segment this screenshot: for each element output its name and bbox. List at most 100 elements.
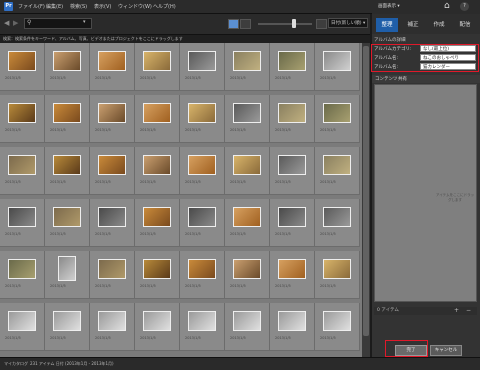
media-thumbnail-cell[interactable]: 2013/1/5 <box>135 199 180 247</box>
photo-thumbnail[interactable] <box>8 207 36 227</box>
photo-thumbnail[interactable] <box>323 207 351 227</box>
photo-thumbnail[interactable] <box>143 155 171 175</box>
photo-thumbnail[interactable] <box>143 259 171 279</box>
media-thumbnail-cell[interactable]: 2013/1/5 <box>270 251 315 299</box>
media-thumbnail-cell[interactable]: 2013/1/5 <box>180 199 225 247</box>
media-thumbnail-cell[interactable]: 2013/1/5 <box>225 95 270 143</box>
photo-thumbnail[interactable] <box>188 311 216 331</box>
media-thumbnail-cell[interactable]: 2013/1/5 <box>0 303 45 351</box>
chevron-down-icon[interactable]: ▾ <box>83 19 86 25</box>
media-thumbnail-cell[interactable]: 2013/1/5 <box>315 199 360 247</box>
photo-thumbnail[interactable] <box>143 311 171 331</box>
media-thumbnail-cell[interactable]: 2013/1/5 <box>270 199 315 247</box>
media-thumbnail-cell[interactable]: 2013/1/5 <box>45 147 90 195</box>
media-thumbnail-cell[interactable]: 2013/1/5 <box>0 43 45 91</box>
menu-search[interactable]: 検索(S) <box>70 3 87 10</box>
large-thumb-icon[interactable] <box>316 19 327 29</box>
media-thumbnail-cell[interactable]: 2013/1/5 <box>180 95 225 143</box>
photo-thumbnail[interactable] <box>233 155 261 175</box>
media-thumbnail-cell[interactable]: 2013/1/5 <box>135 147 180 195</box>
media-thumbnail-cell[interactable]: 2013/1/5 <box>0 95 45 143</box>
tab-create[interactable]: 作成 <box>428 18 450 32</box>
media-thumbnail-cell[interactable]: 2013/1/5 <box>45 303 90 351</box>
media-thumbnail-cell[interactable]: 2013/1/5 <box>270 95 315 143</box>
photo-thumbnail[interactable] <box>53 51 81 71</box>
photo-thumbnail[interactable] <box>98 155 126 175</box>
back-icon[interactable]: ◀ <box>4 19 9 27</box>
photo-thumbnail[interactable] <box>53 155 81 175</box>
media-thumbnail-cell[interactable]: 2013/1/5 <box>90 95 135 143</box>
media-thumbnail-cell[interactable]: 2013/1/5 <box>180 303 225 351</box>
menu-help[interactable]: ヘルプ(H) <box>153 3 176 10</box>
media-thumbnail-cell[interactable]: 2013/1/5 <box>180 251 225 299</box>
photo-thumbnail[interactable] <box>188 103 216 123</box>
sort-select[interactable]: 日付(新しい順) ▾ <box>328 18 368 28</box>
photo-thumbnail[interactable] <box>278 103 306 123</box>
photo-thumbnail[interactable] <box>53 103 81 123</box>
photo-thumbnail[interactable] <box>278 311 306 331</box>
media-thumbnail-cell[interactable]: 2013/1/5 <box>180 147 225 195</box>
grid-view-icon[interactable] <box>228 19 239 29</box>
photo-thumbnail[interactable] <box>53 207 81 227</box>
media-thumbnail-cell[interactable]: 2013/1/5 <box>45 251 90 299</box>
photo-thumbnail[interactable] <box>233 259 261 279</box>
cancel-button[interactable]: キャンセル <box>430 345 462 356</box>
photo-thumbnail[interactable] <box>233 51 261 71</box>
photo-thumbnail[interactable] <box>8 103 36 123</box>
photo-thumbnail[interactable] <box>278 259 306 279</box>
media-thumbnail-cell[interactable]: 2013/1/5 <box>0 147 45 195</box>
media-thumbnail-cell[interactable]: 2013/1/5 <box>135 95 180 143</box>
media-thumbnail-cell[interactable]: 2013/1/5 <box>90 303 135 351</box>
add-icon[interactable]: + <box>454 307 459 315</box>
photo-thumbnail[interactable] <box>98 311 126 331</box>
photo-thumbnail[interactable] <box>8 311 36 331</box>
search-input[interactable]: ⚲ ▾ <box>24 18 92 29</box>
photo-thumbnail[interactable] <box>188 207 216 227</box>
photo-thumbnail[interactable] <box>98 103 126 123</box>
single-view-icon[interactable] <box>240 19 251 29</box>
photo-thumbnail[interactable] <box>188 259 216 279</box>
media-thumbnail-cell[interactable]: 2013/1/5 <box>45 43 90 91</box>
photo-thumbnail[interactable] <box>233 207 261 227</box>
media-thumbnail-cell[interactable]: 2013/1/5 <box>315 147 360 195</box>
photo-thumbnail[interactable] <box>323 311 351 331</box>
display-button[interactable]: 画面表示 ▾ <box>378 3 410 11</box>
forward-icon[interactable]: ▶ <box>13 19 18 27</box>
media-thumbnail-cell[interactable]: 2013/1/5 <box>90 43 135 91</box>
album-content-area[interactable]: アイテムをここにドラッグします <box>374 84 477 302</box>
media-thumbnail-cell[interactable]: 2013/1/5 <box>270 43 315 91</box>
media-thumbnail-cell[interactable]: 2013/1/5 <box>90 199 135 247</box>
photo-thumbnail[interactable] <box>233 311 261 331</box>
media-thumbnail-cell[interactable]: 2013/1/5 <box>315 43 360 91</box>
menu-view[interactable]: 表示(V) <box>94 3 111 10</box>
help-icon[interactable]: ? <box>460 2 469 11</box>
media-thumbnail-cell[interactable]: 2013/1/5 <box>135 251 180 299</box>
tab-share[interactable]: 配信 <box>454 18 476 32</box>
photo-thumbnail[interactable] <box>143 207 171 227</box>
media-thumbnail-cell[interactable]: 2013/1/5 <box>90 251 135 299</box>
media-thumbnail-cell[interactable]: 2013/1/5 <box>315 251 360 299</box>
media-thumbnail-cell[interactable]: 2013/1/5 <box>315 95 360 143</box>
photo-thumbnail[interactable] <box>278 207 306 227</box>
media-thumbnail-cell[interactable]: 2013/1/5 <box>225 147 270 195</box>
photo-thumbnail[interactable] <box>323 51 351 71</box>
photo-thumbnail[interactable] <box>278 51 306 71</box>
photo-thumbnail[interactable] <box>323 259 351 279</box>
menu-window[interactable]: ウィンドウ(W) <box>118 3 152 10</box>
photo-thumbnail[interactable] <box>323 103 351 123</box>
subtab-share[interactable]: 共有 <box>398 76 407 82</box>
remove-icon[interactable]: − <box>466 307 471 315</box>
menu-file[interactable]: ファイル(F) <box>18 3 45 10</box>
photo-thumbnail[interactable] <box>53 311 81 331</box>
media-thumbnail-cell[interactable]: 2013/1/5 <box>180 43 225 91</box>
photo-thumbnail[interactable] <box>98 259 126 279</box>
media-thumbnail-cell[interactable]: 2013/1/5 <box>225 251 270 299</box>
scrollbar-thumb[interactable] <box>363 46 369 336</box>
photo-thumbnail[interactable] <box>188 155 216 175</box>
tab-organize[interactable]: 整理 <box>376 18 398 32</box>
media-thumbnail-cell[interactable]: 2013/1/5 <box>135 43 180 91</box>
photo-thumbnail[interactable] <box>143 51 171 71</box>
media-thumbnail-cell[interactable]: 2013/1/5 <box>0 251 45 299</box>
home-icon[interactable]: ⌂ <box>444 1 454 11</box>
photo-thumbnail[interactable] <box>98 51 126 71</box>
